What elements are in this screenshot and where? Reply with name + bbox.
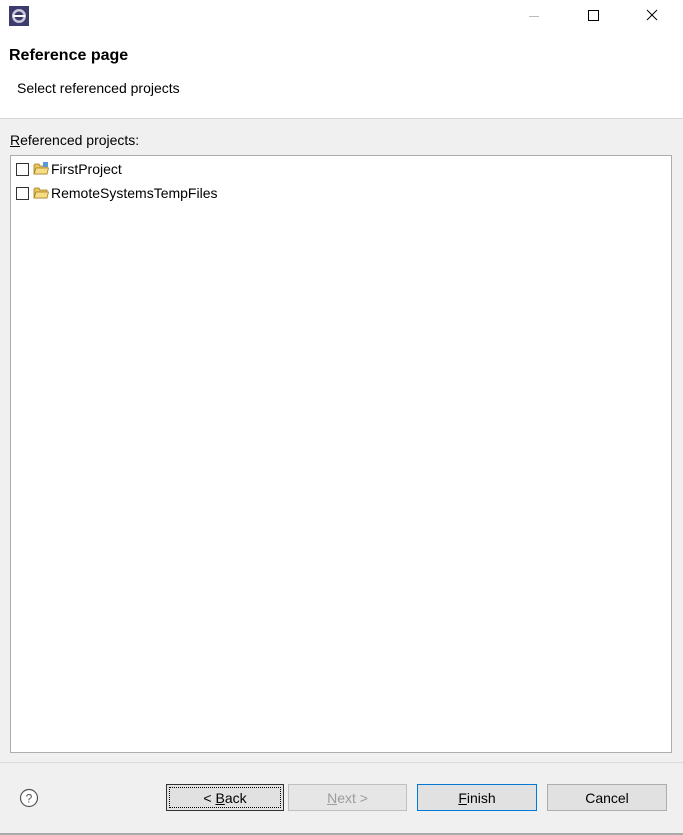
minimize-button[interactable] [511, 0, 557, 32]
label-mnemonic: R [10, 132, 21, 148]
project-name: RemoteSystemsTempFiles [51, 185, 218, 201]
project-folder-icon [33, 187, 49, 199]
page-description: Select referenced projects [17, 80, 180, 96]
next-button-mnemonic: N [327, 789, 338, 806]
next-button-label: ext > [337, 789, 368, 806]
project-name: FirstProject [51, 161, 122, 177]
close-icon [646, 9, 658, 21]
focus-rectangle [169, 787, 281, 808]
project-checkbox[interactable] [16, 186, 29, 200]
project-list[interactable]: FirstProject RemoteSystemsTempFiles [10, 155, 672, 753]
page-title: Reference page [9, 47, 129, 64]
referenced-projects-label: Referenced projects: [10, 132, 139, 148]
list-item[interactable]: RemoteSystemsTempFiles [16, 183, 218, 203]
cancel-button[interactable]: Cancel [547, 784, 667, 811]
list-item[interactable]: FirstProject [16, 159, 122, 179]
wizard-header: Reference page Select referenced project… [0, 33, 683, 119]
label-text: eferenced projects: [20, 132, 140, 148]
finish-button-mnemonic: F [458, 789, 467, 806]
project-folder-icon [33, 162, 49, 175]
wizard-content: Referenced projects: FirstProject Remote… [0, 119, 683, 762]
svg-text:?: ? [26, 792, 33, 806]
next-button[interactable]: Next > [288, 784, 407, 811]
minimize-icon [529, 16, 539, 17]
maximize-icon [588, 10, 599, 21]
close-button[interactable] [629, 0, 675, 32]
finish-button[interactable]: Finish [417, 784, 537, 811]
back-button[interactable]: < Back [166, 784, 284, 811]
cancel-button-label: Cancel [585, 789, 629, 806]
title-bar [0, 0, 683, 33]
help-icon[interactable]: ? [19, 788, 39, 808]
maximize-button[interactable] [570, 0, 616, 32]
button-bar: ? < Back Next > Finish Cancel [0, 763, 683, 835]
eclipse-icon [9, 6, 29, 26]
project-checkbox[interactable] [16, 162, 29, 176]
finish-button-label: inish [466, 789, 496, 806]
